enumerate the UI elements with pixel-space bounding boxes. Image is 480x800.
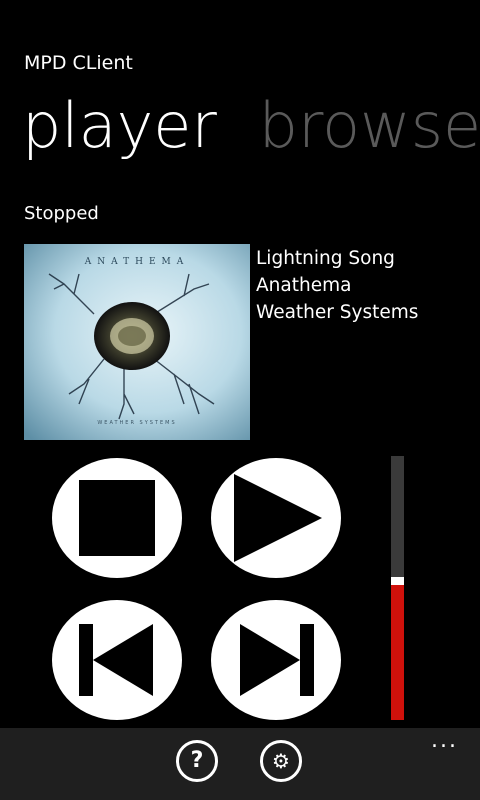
- play-button[interactable]: [211, 458, 341, 578]
- app-title: MPD CLient: [24, 52, 133, 74]
- skip-next-icon: [240, 624, 314, 696]
- track-album: Weather Systems: [256, 302, 419, 323]
- more-menu-button[interactable]: ...: [431, 728, 458, 753]
- album-art: ANATHEMA WEATHER SYSTEMS: [24, 244, 250, 440]
- album-art-caption: WEATHER SYSTEMS: [97, 420, 176, 426]
- track-title: Lightning Song: [256, 248, 395, 269]
- track-info: Lightning Song Anathema Weather Systems: [256, 245, 418, 326]
- pivot-tab-player[interactable]: player: [22, 89, 217, 162]
- settings-button[interactable]: ⚙: [260, 740, 302, 782]
- pivot-header: player browse: [22, 82, 480, 170]
- stop-button[interactable]: [52, 458, 182, 578]
- track-artist: Anathema: [256, 275, 352, 296]
- skip-previous-icon: [79, 624, 153, 696]
- play-icon: [234, 474, 322, 562]
- next-button[interactable]: [211, 600, 341, 720]
- settings-icon: ⚙: [272, 749, 290, 773]
- help-icon: ?: [190, 748, 204, 773]
- app-bar: ? ⚙ ...: [0, 728, 480, 800]
- album-art-label: ANATHEMA: [84, 257, 190, 267]
- volume-slider[interactable]: [391, 456, 404, 720]
- pivot-tab-browse[interactable]: browse: [259, 89, 480, 162]
- volume-fill: [391, 585, 404, 720]
- help-button[interactable]: ?: [176, 740, 218, 782]
- volume-thumb[interactable]: [391, 577, 404, 585]
- album-art-image: ANATHEMA WEATHER SYSTEMS: [24, 244, 250, 440]
- playback-status: Stopped: [24, 203, 99, 224]
- stop-icon: [79, 480, 155, 556]
- previous-button[interactable]: [52, 600, 182, 720]
